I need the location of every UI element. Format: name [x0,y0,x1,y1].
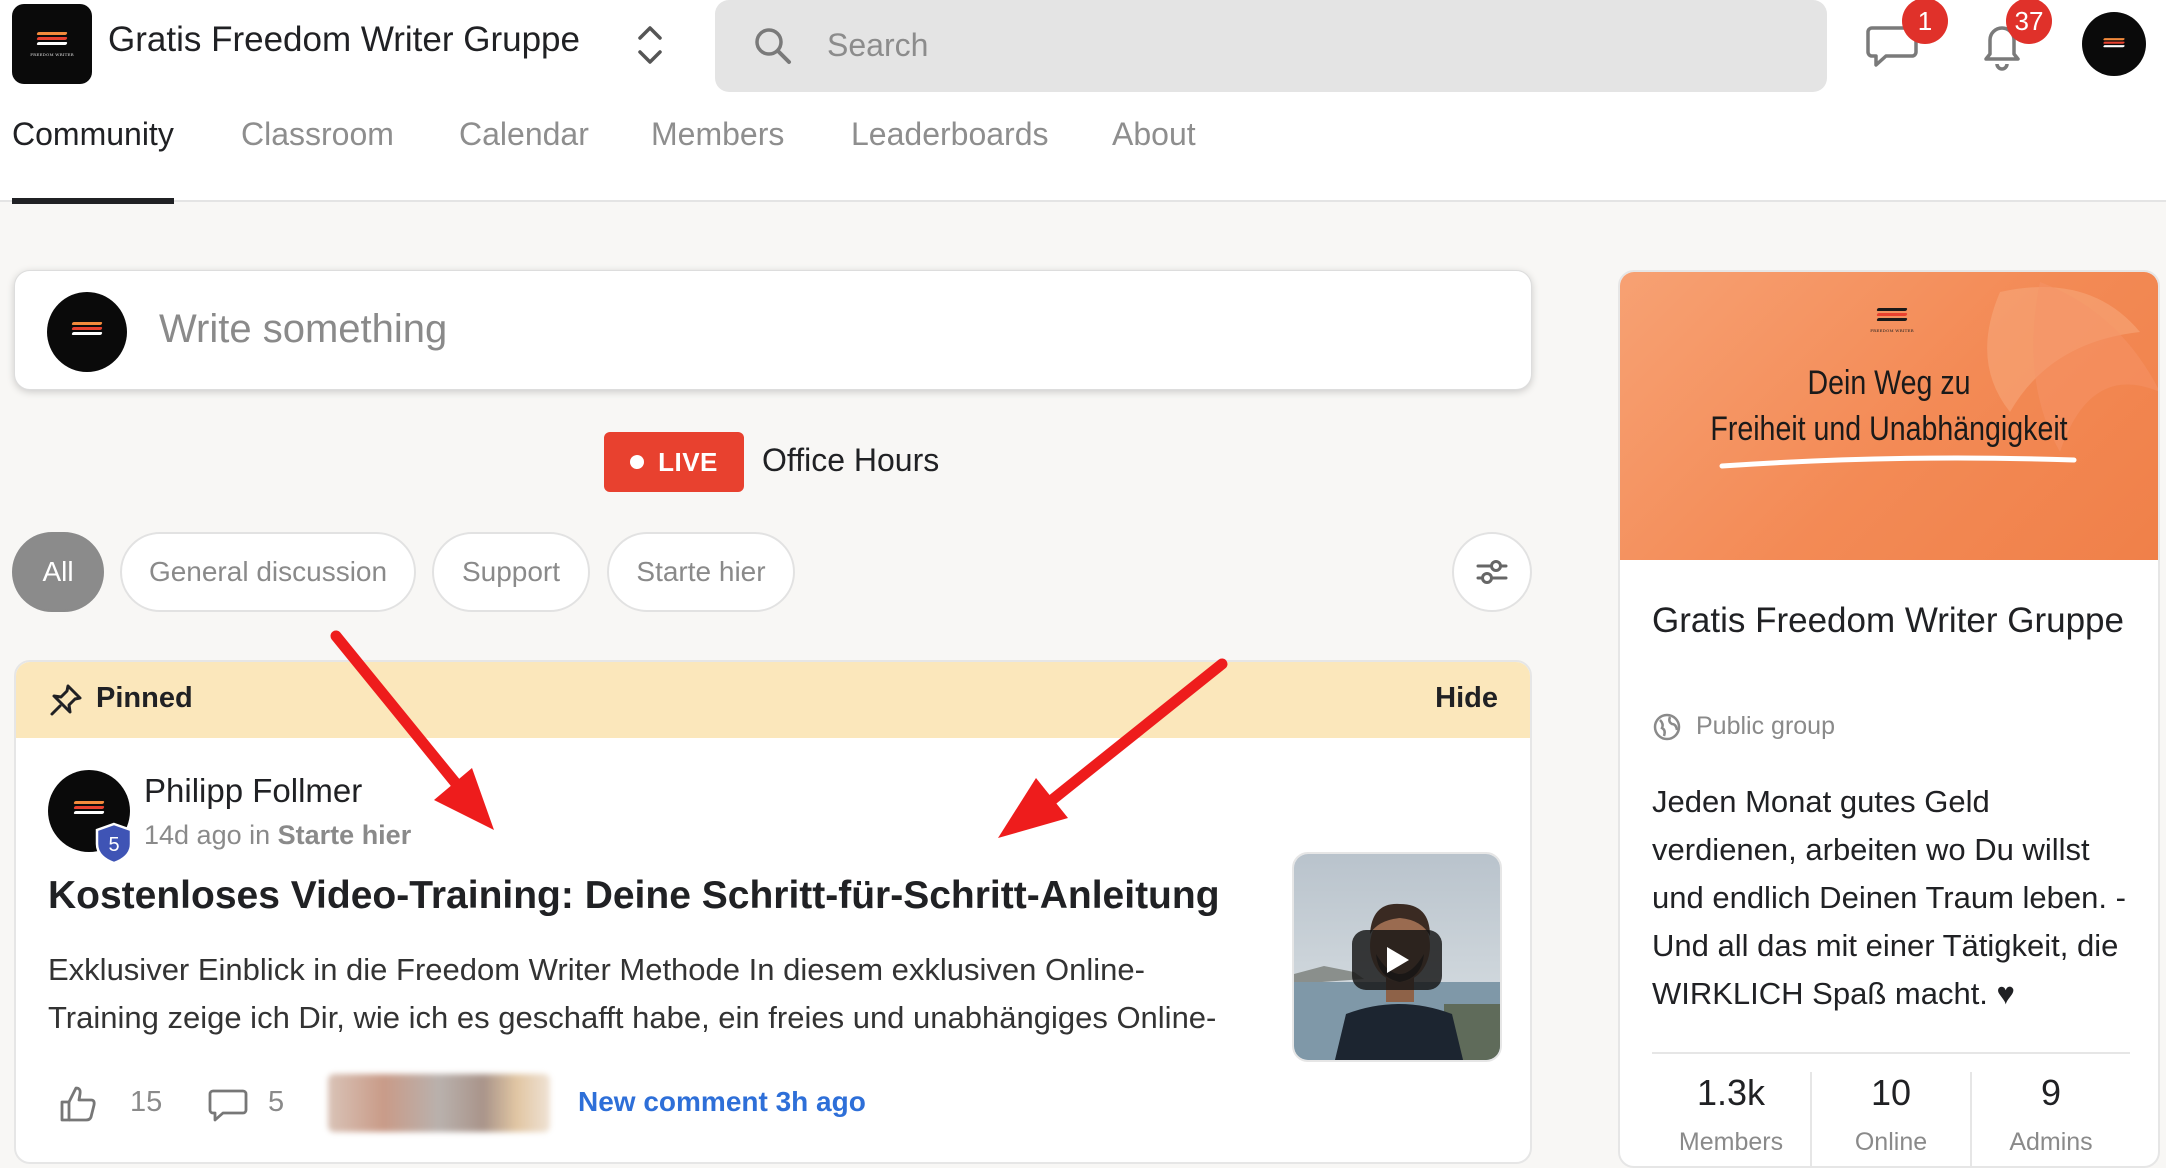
tab-classroom[interactable]: Classroom [241,116,394,202]
tab-about[interactable]: About [1112,116,1196,202]
filter-settings-button[interactable] [1452,532,1532,612]
brush-underline [1719,455,2077,469]
cover-headline-line2: Freiheit und Unabhängigkeit [1710,410,2068,448]
pinned-label: Pinned [96,682,193,714]
tab-leaderboards[interactable]: Leaderboards [851,116,1048,202]
logo-text: FREEDOM WRITER [30,51,74,57]
post-time: 14d ago [144,820,242,850]
notifications-button[interactable]: 37 [1972,0,2052,74]
chevron-up-down-icon[interactable] [632,22,668,68]
group-logo[interactable]: FREEDOM WRITER [12,4,92,84]
play-button[interactable] [1352,930,1442,990]
post-category[interactable]: Starte hier [278,820,412,850]
video-thumbnail[interactable] [1292,852,1502,1062]
notifications-badge: 37 [2006,0,2052,44]
sidebar-group-title[interactable]: Gratis Freedom Writer Gruppe [1652,594,2132,648]
author-name[interactable]: Philipp Follmer [144,772,362,810]
level-badge-icon: 5 [95,822,133,864]
post-in: in [249,820,271,850]
stat-value: 1.3k [1696,1072,1766,1113]
group-description: Jeden Monat gutes Geld verdienen, arbeit… [1652,784,2126,1011]
feather-icon [36,31,68,46]
user-avatar[interactable] [2082,12,2146,76]
tab-members[interactable]: Members [651,116,784,202]
filter-all[interactable]: All [12,532,104,612]
office-hours-link[interactable]: Office Hours [762,442,939,479]
chat-button[interactable]: 1 [1862,0,1948,74]
author-level: 5 [108,834,119,856]
feather-icon [2103,38,2125,48]
composer-avatar [47,292,127,372]
chat-badge: 1 [1902,0,1948,44]
privacy-label: Public group [1696,712,1835,740]
live-badge[interactable]: LIVE [604,432,744,492]
tab-calendar[interactable]: Calendar [459,116,589,202]
filter-starte-hier[interactable]: Starte hier [607,532,795,612]
live-label: LIVE [658,446,718,477]
search-input[interactable] [827,20,1727,70]
live-dot-icon [630,455,645,469]
cover-logo: FREEDOM WRITER [1860,308,1924,333]
stat-label: Admins [2009,1128,2093,1156]
post-title[interactable]: Kostenloses Video-Training: Deine Schrit… [48,874,1220,918]
stat-label: Members [1678,1128,1784,1156]
post-body: Exklusiver Einblick in die Freedom Write… [48,946,1278,1042]
stat-admins[interactable]: 9 Admins [1972,1072,2130,1157]
feather-icon [71,322,103,336]
post-footer: 15 5 New comment 3h ago [48,1074,1248,1134]
post-meta: 14d ago in Starte hier [144,820,411,851]
pinned-bar: Pinned Hide [16,662,1530,738]
cover-logo-text: FREEDOM WRITER [1870,328,1914,333]
like-count: 15 [130,1086,163,1118]
hide-button[interactable]: Hide [1435,682,1498,715]
post-body-line: Training zeige ich Dir, wie ich es gesch… [48,1000,1217,1035]
feather-icon [73,801,105,815]
top-header: FREEDOM WRITER Gratis Freedom Writer Gru… [0,0,2166,204]
comment-count: 5 [268,1086,285,1118]
stat-online[interactable]: 10 Online [1812,1072,1970,1157]
divider [1652,1052,2130,1054]
thumbs-up-icon[interactable] [58,1084,98,1124]
cover-headline-line1: Dein Weg zu [1807,364,1971,402]
search-icon [755,28,791,64]
feather-icon [1876,308,1908,322]
filter-support[interactable]: Support [432,532,590,612]
stat-value: 9 [2040,1072,2062,1113]
group-cover-image: FREEDOM WRITER Dein Weg zu Freiheit und … [1620,272,2158,560]
pinned-post-card[interactable]: Pinned Hide 5 Philipp Follmer 14d ago in… [14,660,1532,1164]
commenter-avatars[interactable] [328,1074,550,1132]
group-info-sidebar: FREEDOM WRITER Dein Weg zu Freiheit und … [1618,270,2160,1168]
post-composer[interactable]: Write something [14,270,1532,390]
tab-community[interactable]: Community [12,116,174,204]
write-something-input[interactable]: Write something [159,307,447,352]
comment-icon[interactable] [208,1084,248,1124]
post-body-line: Exklusiver Einblick in die Freedom Write… [48,952,1145,987]
search-bar[interactable] [715,0,1827,92]
globe-icon [1653,713,1681,741]
sliders-icon [1476,560,1508,584]
stat-members[interactable]: 1.3k Members [1652,1072,1810,1157]
new-comment-link[interactable]: New comment 3h ago [578,1086,866,1118]
play-icon [1387,947,1409,973]
stat-value: 10 [1870,1072,1912,1113]
stat-label: Online [1854,1128,1928,1156]
pin-icon [50,684,82,716]
group-title[interactable]: Gratis Freedom Writer Gruppe [108,20,580,60]
filter-general-discussion[interactable]: General discussion [120,532,416,612]
